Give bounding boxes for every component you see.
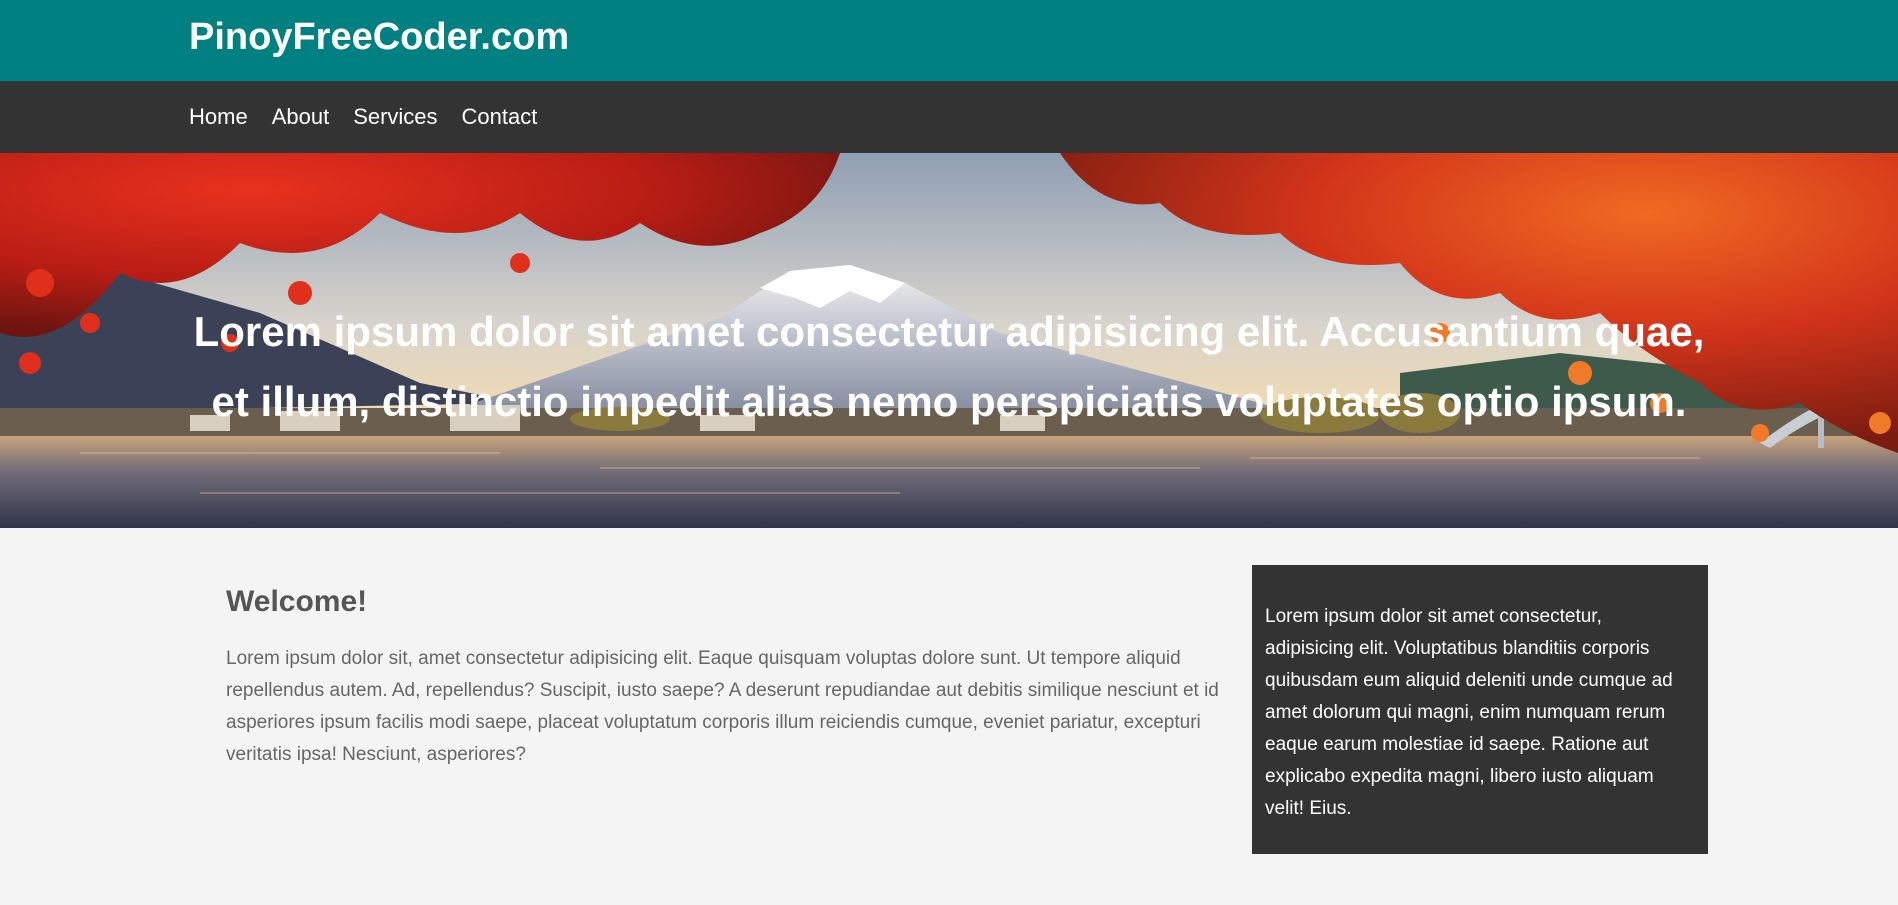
hero-headline: Lorem ipsum dolor sit amet consectetur a…	[193, 308, 1705, 425]
nav-item-services: Services	[353, 104, 437, 130]
welcome-heading: Welcome!	[226, 585, 368, 618]
site-brand[interactable]: PinoyFreeCoder.com	[189, 16, 569, 59]
main-nav: Home About Services Contact	[0, 81, 1898, 153]
nav-item-about: About	[272, 104, 330, 130]
hero-banner: Lorem ipsum dolor sit amet consectetur a…	[0, 153, 1898, 528]
nav-link-services[interactable]: Services	[353, 104, 437, 129]
content-area: Welcome! Lorem ipsum dolor sit, amet con…	[0, 528, 1898, 905]
nav-link-about[interactable]: About	[272, 104, 330, 129]
main-article: Welcome! Lorem ipsum dolor sit, amet con…	[226, 585, 1226, 771]
nav-list: Home About Services Contact	[189, 81, 561, 153]
welcome-paragraph: Lorem ipsum dolor sit, amet consectetur …	[226, 648, 1219, 765]
nav-link-home[interactable]: Home	[189, 104, 248, 129]
nav-item-home: Home	[189, 104, 248, 130]
sidebar-box: Lorem ipsum dolor sit amet consectetur, …	[1252, 565, 1708, 854]
site-header: PinoyFreeCoder.com	[0, 0, 1898, 81]
nav-link-contact[interactable]: Contact	[462, 104, 538, 129]
nav-item-contact: Contact	[462, 104, 538, 130]
sidebar-text: Lorem ipsum dolor sit amet consectetur, …	[1265, 606, 1673, 819]
